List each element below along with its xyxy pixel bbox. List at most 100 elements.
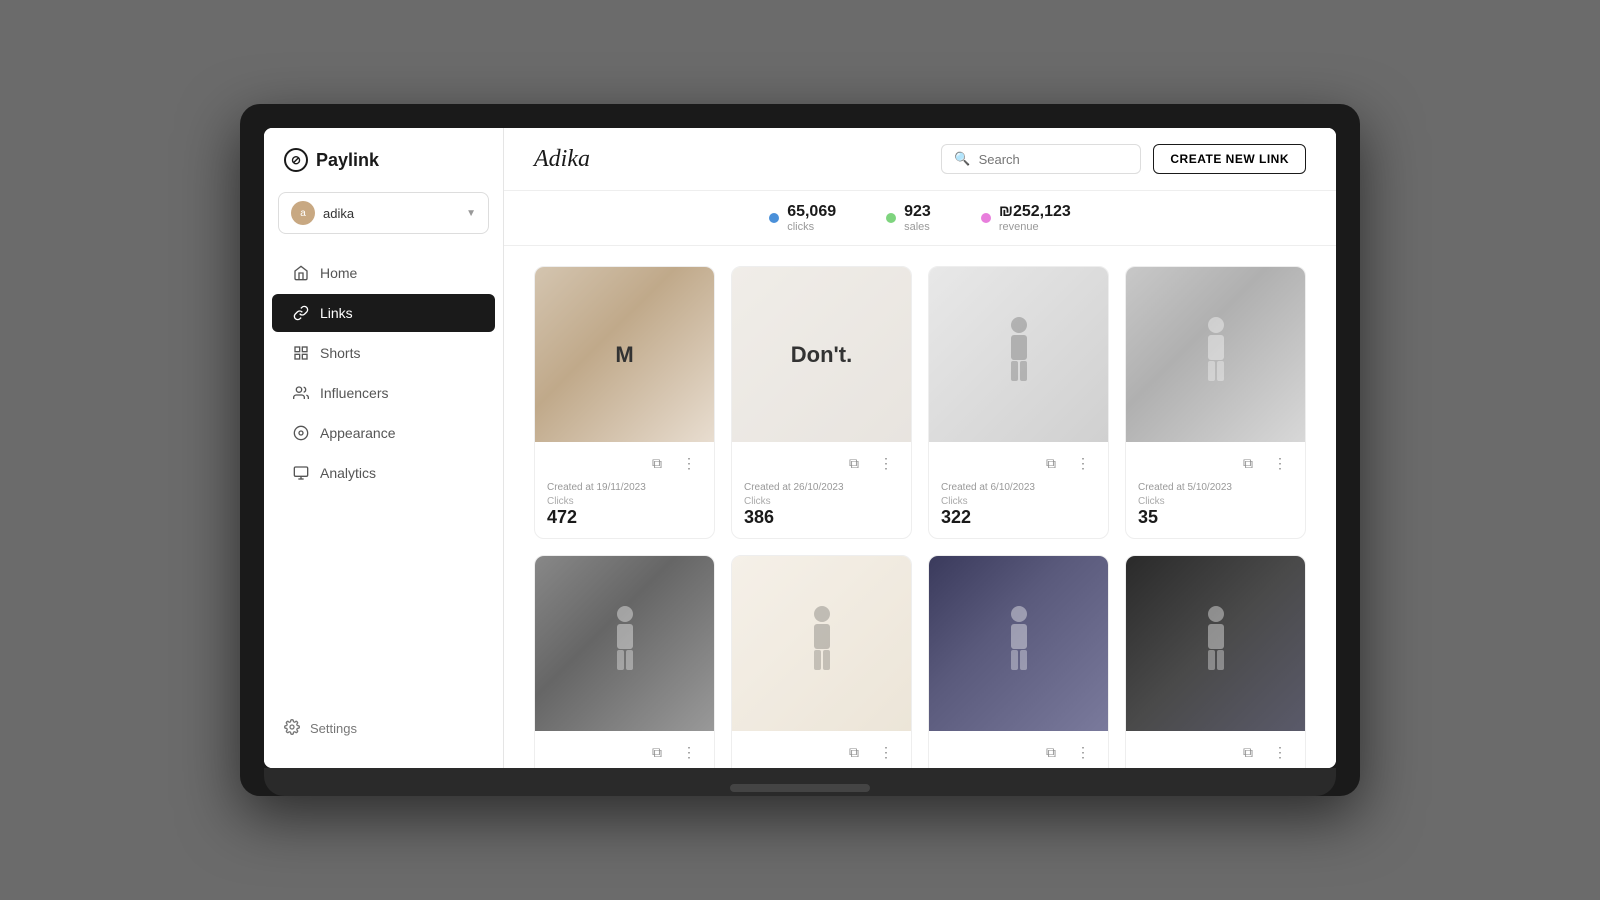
sidebar-item-shorts[interactable]: Shorts [272, 334, 495, 372]
card-date: Created at 26/10/2023 [744, 482, 899, 493]
card-clicks-value: 35 [1138, 507, 1293, 528]
copy-button[interactable]: ⧉ [1235, 739, 1261, 765]
card-clicks-label: Clicks [1138, 496, 1293, 507]
card-clicks-label: Clicks [547, 496, 702, 507]
sidebar-item-influencers[interactable]: Influencers [272, 374, 495, 412]
card-info: ⧉ ⋮ Created at 5/10/2023 Clicks 35 [1138, 450, 1293, 528]
more-options-button[interactable]: ⋮ [1070, 450, 1096, 476]
link-icon [292, 304, 310, 322]
card-action-buttons: ⧉ ⋮ [547, 739, 702, 765]
copy-button[interactable]: ⧉ [644, 450, 670, 476]
clicks-value: 65,069 [787, 203, 836, 221]
stat-revenue: ₪252,123 revenue [981, 203, 1071, 233]
copy-button[interactable]: ⧉ [1235, 450, 1261, 476]
search-icon: 🔍 [954, 151, 970, 167]
card-action-buttons: ⧉ ⋮ [941, 739, 1096, 765]
card-info: ⧉ ⋮ Created at 26/10/2023 Clicks 386 [744, 450, 899, 528]
copy-button[interactable]: ⧉ [644, 739, 670, 765]
more-options-button[interactable]: ⋮ [1267, 450, 1293, 476]
link-card-3[interactable]: ⧉ ⋮ Created at 6/10/2023 Clicks 322 [928, 266, 1109, 539]
card-info: ⧉ ⋮ Created at 5/10/2023 Clicks 253 [547, 739, 702, 768]
link-card-4[interactable]: ⧉ ⋮ Created at 5/10/2023 Clicks 35 [1125, 266, 1306, 539]
clicks-label: clicks [787, 221, 836, 233]
create-new-link-button[interactable]: CREATE NEW LINK [1153, 144, 1306, 174]
card-action-buttons: ⧉ ⋮ [744, 739, 899, 765]
card-image-text: M [615, 344, 633, 366]
card-image [929, 267, 1108, 442]
sidebar: ⊘ Paylink a adika ▼ Home [264, 128, 504, 768]
card-action-buttons: ⧉ ⋮ [1138, 739, 1293, 765]
sidebar-item-appearance[interactable]: Appearance [272, 414, 495, 452]
sidebar-item-analytics[interactable]: Analytics [272, 454, 495, 492]
settings-item[interactable]: Settings [264, 709, 503, 748]
link-card-6[interactable]: ⧉ ⋮ Created at 4/10/2023 Clicks 419 [731, 555, 912, 768]
more-options-button[interactable]: ⋮ [676, 450, 702, 476]
link-card-2[interactable]: Don't. ⧉ ⋮ Created at 26/10/2023 Clicks … [731, 266, 912, 539]
card-info: ⧉ ⋮ Created at 6/10/2023 Clicks 322 [941, 450, 1096, 528]
stats-bar: 65,069 clicks 923 sales ₪252,123 reven [504, 191, 1336, 246]
page-header: Adika 🔍 CREATE NEW LINK [504, 128, 1336, 191]
card-clicks-value: 472 [547, 507, 702, 528]
card-footer: ⧉ ⋮ Created at 2/10/2023 Clicks 433 [1126, 731, 1305, 768]
sidebar-label-shorts: Shorts [320, 345, 360, 361]
sidebar-label-appearance: Appearance [320, 425, 396, 441]
link-card-7[interactable]: ⧉ ⋮ Created at 4/10/2023 Clicks 418 [928, 555, 1109, 768]
card-image [929, 556, 1108, 731]
card-footer: ⧉ ⋮ Created at 5/10/2023 Clicks 253 [535, 731, 714, 768]
card-footer: ⧉ ⋮ Created at 5/10/2023 Clicks 35 [1126, 442, 1305, 538]
card-image [1126, 267, 1305, 442]
main-content: Adika 🔍 CREATE NEW LINK 65,069 clicks [504, 128, 1336, 768]
stat-sales: 923 sales [886, 203, 931, 233]
search-input[interactable] [979, 152, 1129, 167]
more-options-button[interactable]: ⋮ [1070, 739, 1096, 765]
link-card-8[interactable]: ⧉ ⋮ Created at 2/10/2023 Clicks 433 [1125, 555, 1306, 768]
more-options-button[interactable]: ⋮ [676, 739, 702, 765]
app-name: Paylink [316, 150, 379, 171]
sidebar-label-influencers: Influencers [320, 385, 388, 401]
card-footer: ⧉ ⋮ Created at 4/10/2023 Clicks 418 [929, 731, 1108, 768]
card-clicks-value: 322 [941, 507, 1096, 528]
sidebar-label-analytics: Analytics [320, 465, 376, 481]
sidebar-item-links[interactable]: Links [272, 294, 495, 332]
card-date: Created at 5/10/2023 [1138, 482, 1293, 493]
copy-button[interactable]: ⧉ [841, 450, 867, 476]
header-actions: 🔍 CREATE NEW LINK [941, 144, 1306, 174]
clicks-dot [769, 213, 779, 223]
sales-dot [886, 213, 896, 223]
user-name: adika [323, 206, 458, 221]
card-action-buttons: ⧉ ⋮ [1138, 450, 1293, 476]
copy-button[interactable]: ⧉ [1038, 450, 1064, 476]
links-grid: M ⧉ ⋮ Created at 19/11/2023 Clicks 472 D… [504, 246, 1336, 768]
revenue-value: ₪252,123 [999, 203, 1071, 221]
copy-button[interactable]: ⧉ [1038, 739, 1064, 765]
analytics-icon [292, 464, 310, 482]
card-footer: ⧉ ⋮ Created at 4/10/2023 Clicks 419 [732, 731, 911, 768]
card-image [535, 556, 714, 731]
card-clicks-label: Clicks [941, 496, 1096, 507]
card-action-buttons: ⧉ ⋮ [547, 450, 702, 476]
more-options-button[interactable]: ⋮ [873, 450, 899, 476]
link-card-1[interactable]: M ⧉ ⋮ Created at 19/11/2023 Clicks 472 [534, 266, 715, 539]
copy-button[interactable]: ⧉ [841, 739, 867, 765]
chevron-down-icon: ▼ [466, 208, 476, 219]
sales-value: 923 [904, 203, 931, 221]
card-footer: ⧉ ⋮ Created at 26/10/2023 Clicks 386 [732, 442, 911, 538]
card-footer: ⧉ ⋮ Created at 6/10/2023 Clicks 322 [929, 442, 1108, 538]
card-date: Created at 19/11/2023 [547, 482, 702, 493]
avatar: a [291, 201, 315, 225]
settings-icon [284, 719, 300, 738]
more-options-button[interactable]: ⋮ [873, 739, 899, 765]
card-info: ⧉ ⋮ Created at 4/10/2023 Clicks 419 [744, 739, 899, 768]
more-options-button[interactable]: ⋮ [1267, 739, 1293, 765]
card-image [732, 556, 911, 731]
sales-label: sales [904, 221, 931, 233]
brand-logo: Adika [534, 146, 590, 173]
appearance-icon [292, 424, 310, 442]
link-card-5[interactable]: ⧉ ⋮ Created at 5/10/2023 Clicks 253 [534, 555, 715, 768]
card-image-text: Don't. [791, 344, 852, 366]
revenue-label: revenue [999, 221, 1071, 233]
user-selector[interactable]: a adika ▼ [278, 192, 489, 234]
search-box[interactable]: 🔍 [941, 144, 1141, 174]
sidebar-item-home[interactable]: Home [272, 254, 495, 292]
card-image: Don't. [732, 267, 911, 442]
